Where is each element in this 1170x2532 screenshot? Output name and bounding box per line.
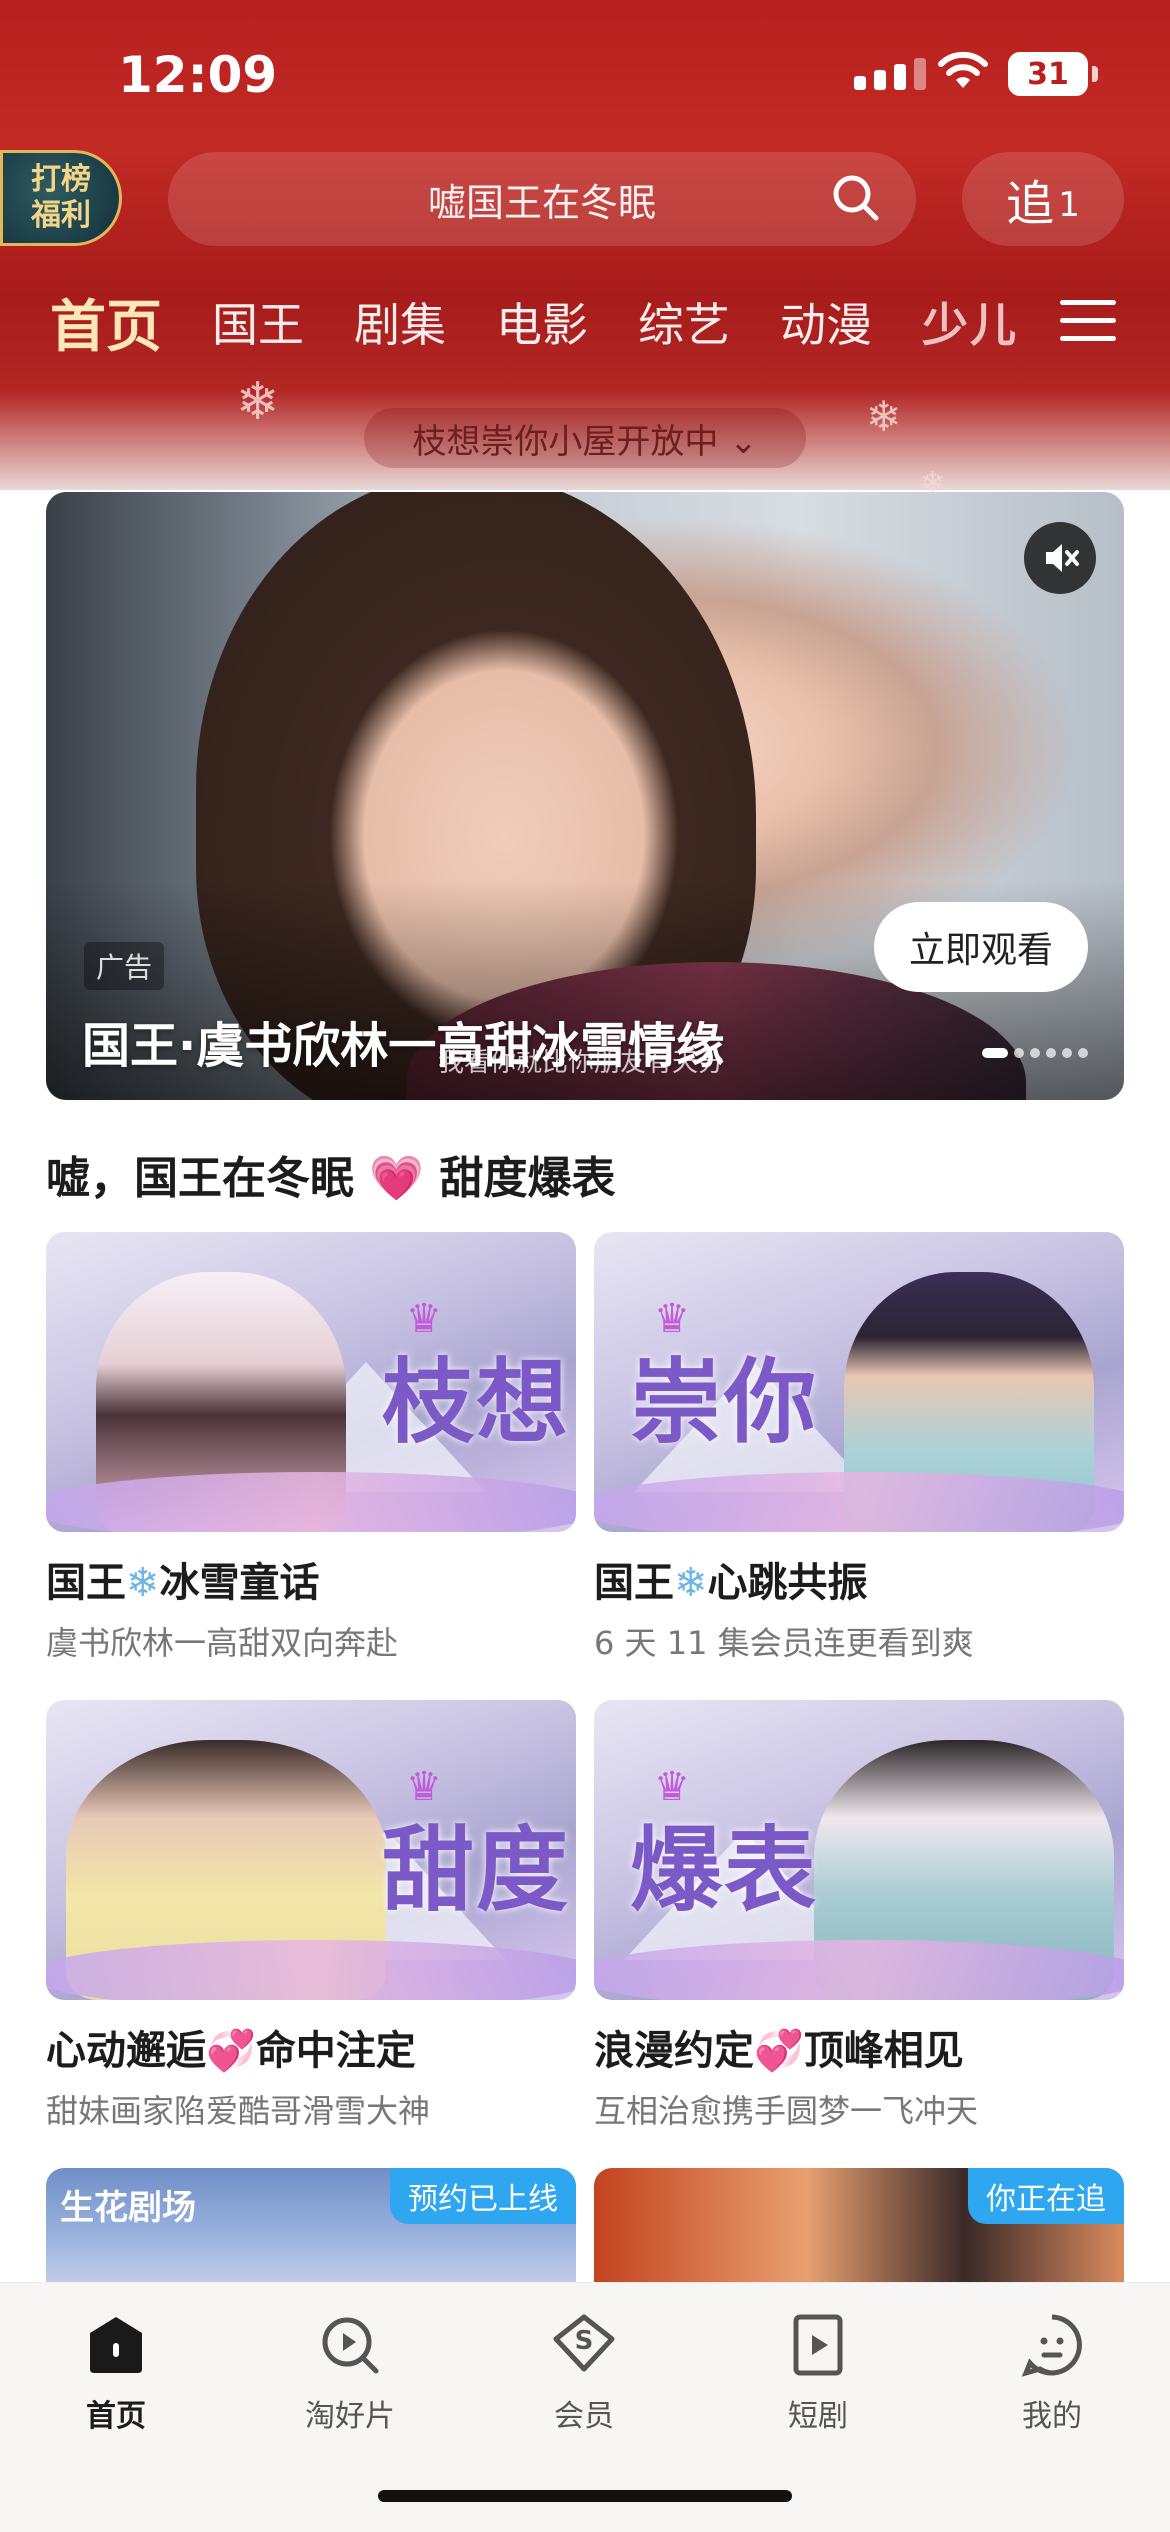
card-badge-text: 甜度 [382, 1817, 571, 1924]
status-time: 12:09 [118, 46, 278, 104]
search-bar[interactable]: 嘘国王在冬眠 [168, 152, 916, 246]
card-thumbnail: ♛ 崇你 [594, 1232, 1124, 1532]
snowflake-icon: ❄ [126, 1560, 160, 1606]
content-card[interactable]: ♛ 甜度 心动邂逅💞命中注定 甜妹画家陷爱酷哥滑雪大神 [46, 1700, 576, 2132]
follow-count: 1 [1058, 185, 1080, 225]
follow-button[interactable]: 追 1 [962, 152, 1124, 246]
notice-pill[interactable]: 枝想崇你小屋开放中 ⌄ [364, 408, 806, 468]
follow-label: 追 [1006, 176, 1055, 232]
nav-profile[interactable]: 我的 [972, 2313, 1132, 2435]
rank-reward-badge[interactable]: 打榜 福利 [0, 150, 122, 246]
card-thumbnail: ♛ 枝想 [46, 1232, 576, 1532]
mute-icon [1046, 544, 1079, 572]
tab-kids[interactable]: 少儿 [922, 289, 1018, 355]
card-badge-text: 崇你 [630, 1349, 819, 1456]
section-title-right: 甜度爆表 [439, 1153, 616, 1204]
battery-icon: 31 [1008, 52, 1098, 96]
banner-subtitle: 我看你就比你朋友有天分 [438, 1048, 725, 1078]
home-indicator [378, 2490, 792, 2502]
card-tag: 你正在追 [968, 2168, 1124, 2224]
nav-discover[interactable]: 淘好片 [270, 2313, 430, 2435]
content-card[interactable]: ♛ 崇你 国王❄心跳共振 6 天 11 集会员连更看到爽 [594, 1232, 1124, 1664]
heart-icon: 💞 [206, 2028, 256, 2074]
short-drama-icon [793, 2314, 843, 2376]
svg-text:S: S [575, 2326, 594, 2356]
card-title: 国王❄冰雪童话 [46, 1560, 320, 1606]
snowflake-icon: ❄ [866, 392, 902, 441]
search-placeholder: 嘘国王在冬眠 [427, 180, 656, 225]
content-card-partial[interactable]: 你正在追 [594, 2168, 1124, 2288]
snowflake-icon: ❄ [674, 1560, 708, 1606]
card-title: 心动邂逅💞命中注定 [46, 2028, 416, 2074]
tab-series[interactable]: 剧集 [354, 289, 446, 355]
search-icon[interactable] [830, 172, 882, 224]
card-subtitle: 6 天 11 集会员连更看到爽 [594, 1624, 974, 1662]
card-tag: 预约已上线 [390, 2168, 576, 2224]
card-badge-text: 枝想 [382, 1349, 571, 1456]
snowflake-icon: ❄ [236, 372, 280, 432]
rank-badge-text: 打榜 福利 [31, 162, 91, 233]
heart-icon: 💗 [369, 1153, 425, 1204]
category-tabs: 首页 国王 剧集 电影 综艺 动漫 少儿 [50, 282, 1050, 362]
mute-button[interactable] [1024, 522, 1096, 594]
carousel-indicator [982, 1048, 1088, 1058]
card-subtitle: 甜妹画家陷爱酷哥滑雪大神 [46, 2092, 431, 2130]
section-title-left: 嘘，国王在冬眠 [46, 1153, 354, 1204]
channel-logo: 生花剧场 [60, 2188, 196, 2228]
card-thumbnail: ♛ 爆表 [594, 1700, 1124, 2000]
discover-icon [322, 2317, 379, 2374]
content-card-partial[interactable]: 生花剧场 预约已上线 [46, 2168, 576, 2288]
menu-icon[interactable] [1060, 300, 1116, 344]
watch-now-button[interactable]: 立即观看 [874, 902, 1088, 992]
hero-banner[interactable]: 立即观看 广告 国王·虞书欣林一高甜冰雪情缘 我看你就比你朋友有天分 [46, 492, 1124, 1100]
profile-icon [1021, 2314, 1082, 2377]
header: 12:09 31 打榜 福利 嘘国王在冬眠 追 1 首页 国王 剧集 电影 综艺… [0, 0, 1170, 501]
card-title: 浪漫约定💞顶峰相见 [594, 2028, 964, 2074]
card-thumbnail: ♛ 甜度 [46, 1700, 576, 2000]
tab-anime[interactable]: 动漫 [780, 289, 872, 355]
tab-variety[interactable]: 综艺 [638, 289, 730, 355]
card-title: 国王❄心跳共振 [594, 1560, 868, 1606]
tab-king[interactable]: 国王 [212, 289, 304, 355]
vip-icon: S [553, 2314, 615, 2372]
content-card[interactable]: ♛ 爆表 浪漫约定💞顶峰相见 互相治愈携手圆梦一飞冲天 [594, 1700, 1124, 2132]
content-card[interactable]: ♛ 枝想 国王❄冰雪童话 虞书欣林一高甜双向奔赴 [46, 1232, 576, 1664]
card-badge-text: 爆表 [630, 1817, 819, 1924]
wifi-icon [938, 51, 988, 88]
tab-movie[interactable]: 电影 [496, 289, 588, 355]
nav-short-drama[interactable]: 短剧 [738, 2313, 898, 2435]
card-subtitle: 虞书欣林一高甜双向奔赴 [46, 1624, 399, 1662]
tab-home[interactable]: 首页 [50, 282, 162, 363]
ad-badge: 广告 [84, 942, 165, 990]
section-title: 嘘，国王在冬眠 💗 甜度爆表 [46, 1142, 615, 1206]
heart-icon: 💞 [754, 2028, 804, 2074]
card-subtitle: 互相治愈携手圆梦一飞冲天 [594, 2092, 979, 2130]
cellular-signal-icon [854, 58, 926, 90]
status-bar: 12:09 31 [0, 0, 1170, 150]
nav-home[interactable]: 首页 [36, 2313, 196, 2435]
nav-vip[interactable]: S 会员 [504, 2313, 664, 2435]
notice-text: 枝想崇你小屋开放中 ⌄ [412, 421, 758, 462]
home-icon [90, 2317, 142, 2373]
